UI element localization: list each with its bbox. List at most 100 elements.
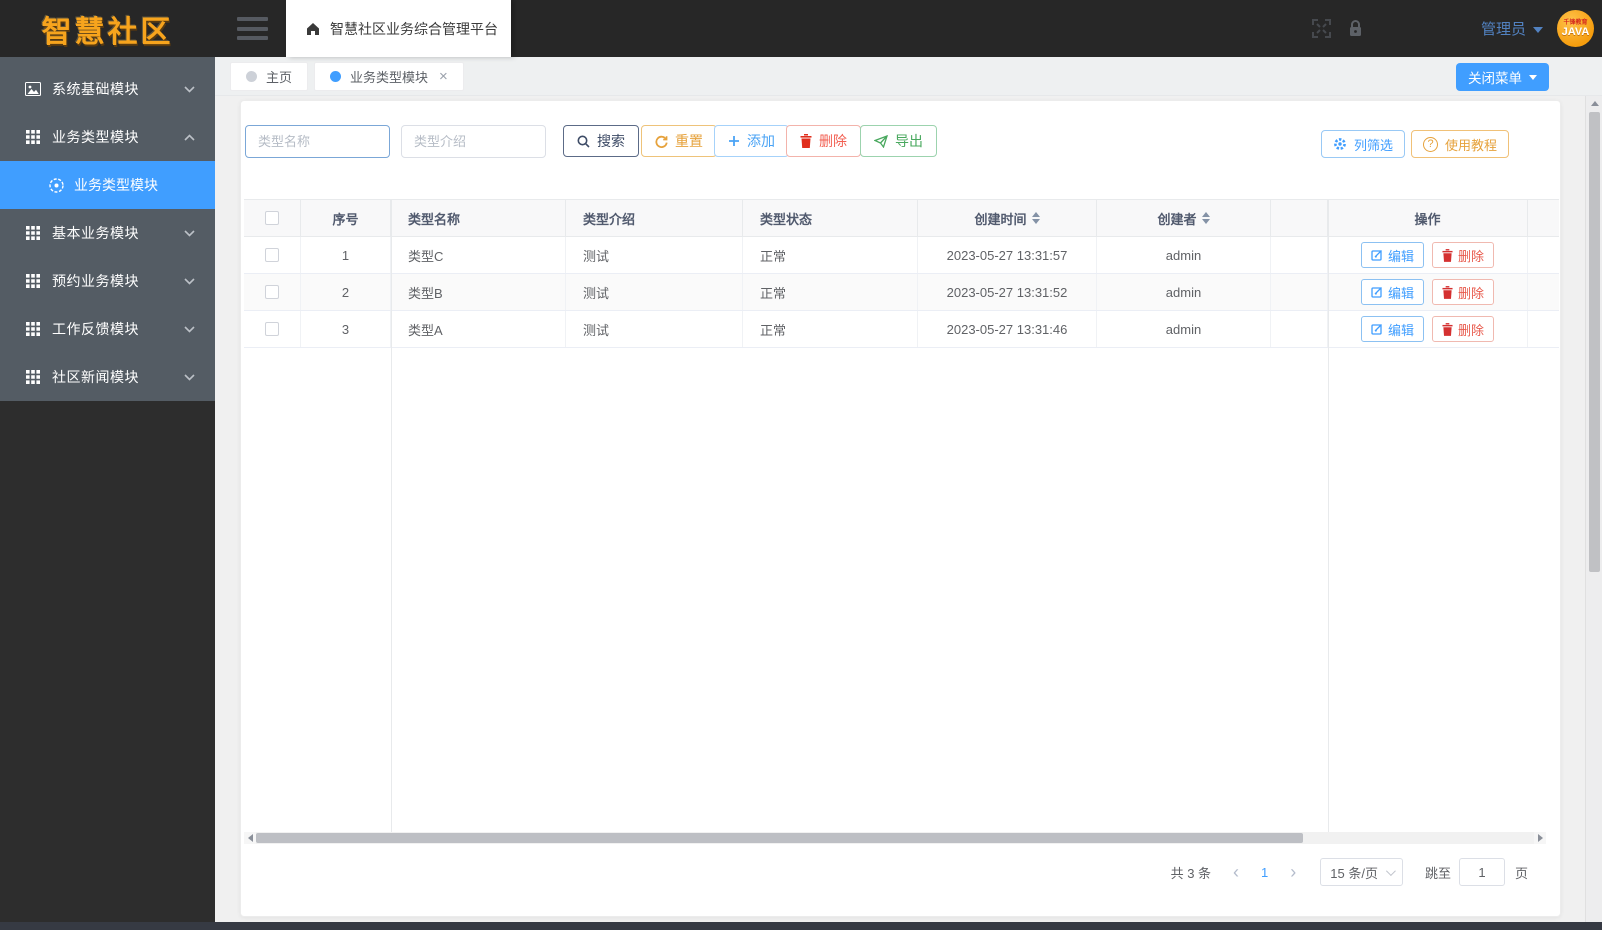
tab-label: 主页 [266,70,293,85]
close-icon[interactable]: × [439,69,448,84]
trash-icon [800,134,812,148]
sidebar: 系统基础模块 业务类型模块 业务类型模块 基本业务模块 预约业务模块 工作反馈模… [0,57,215,922]
delete-button[interactable]: 删除 [786,125,861,157]
prev-page-button[interactable]: ‹ [1227,863,1245,881]
col-header-no: 序号 [301,200,391,236]
lock-screen-icon[interactable] [1339,0,1373,57]
trash-icon [1442,248,1453,262]
row-delete-button[interactable]: 删除 [1432,316,1495,342]
sidebar-item-label: 社区新闻模块 [52,369,139,385]
edit-button[interactable]: 编辑 [1360,316,1424,342]
type-name-input[interactable] [245,125,390,158]
row-delete-label: 删除 [1458,285,1485,301]
cell-created: 2023-05-27 13:31:52 [918,274,1097,310]
next-page-button[interactable]: › [1284,863,1302,881]
page-number[interactable]: 1 [1253,865,1276,880]
col-header-intro: 类型介绍 [566,200,743,236]
chevron-down-icon [1533,26,1543,33]
sort-control[interactable] [1031,212,1040,224]
gear-icon [1333,137,1347,151]
sidebar-item-community-news[interactable]: 社区新闻模块 [0,353,215,401]
row-delete-button[interactable]: 删除 [1432,279,1495,305]
scrollbar-thumb[interactable] [1589,112,1600,572]
search-icon [577,135,590,148]
tutorial-button[interactable]: ? 使用教程 [1411,130,1510,158]
cell-created: 2023-05-27 13:31:57 [918,237,1097,273]
cell-creator: admin [1097,311,1271,347]
cell-created: 2023-05-27 13:31:46 [918,311,1097,347]
export-button[interactable]: 导出 [860,125,937,157]
user-dropdown[interactable]: 管理员 [1481,18,1543,39]
sidebar-item-feedback[interactable]: 工作反馈模块 [0,305,215,353]
cell-status: 正常 [743,274,918,310]
column-filter-button[interactable]: 列筛选 [1321,130,1406,158]
sidebar-item-basic-business[interactable]: 基本业务模块 [0,209,215,257]
fullscreen-icon[interactable] [1305,0,1339,57]
grid-icon [24,321,41,338]
table-row: 2 类型B 测试 正常 2023-05-27 13:31:52 admin 编辑… [244,274,1559,311]
scrollbar-track[interactable] [256,832,1534,844]
sidebar-item-system-base[interactable]: 系统基础模块 [0,65,215,113]
tab-home[interactable]: 主页 [230,62,309,91]
scroll-up-arrow[interactable] [1586,96,1602,110]
edit-icon [1371,286,1383,298]
sidebar-item-reservation[interactable]: 预约业务模块 [0,257,215,305]
row-checkbox[interactable] [265,285,279,299]
col-header-created: 创建时间 [918,200,1097,236]
type-intro-input[interactable] [401,125,546,158]
home-icon [305,21,321,37]
row-checkbox[interactable] [265,322,279,336]
select-all-checkbox[interactable] [265,211,279,225]
sidebar-item-label: 系统基础模块 [52,81,139,97]
sidebar-subitem-business-type-active[interactable]: 业务类型模块 [0,161,215,209]
bottom-strip [0,922,1602,930]
chevron-down-icon [1529,74,1537,80]
scrollbar-thumb[interactable] [256,833,1303,843]
row-delete-button[interactable]: 删除 [1432,242,1495,268]
table-header-row: 序号 类型名称 类型介绍 类型状态 创建时间 创建者 操作 [244,199,1559,237]
table-horizontal-scrollbar [244,832,1546,844]
close-menu-button[interactable]: 关闭菜单 [1456,63,1549,91]
add-label: 添加 [747,133,775,149]
cell-intro: 测试 [566,274,743,310]
sidebar-menu: 系统基础模块 业务类型模块 业务类型模块 基本业务模块 预约业务模块 工作反馈模… [0,57,215,401]
avatar[interactable]: 千锋教育 JAVA [1557,10,1594,47]
reset-button[interactable]: 重置 [641,125,717,157]
jump-to-input[interactable] [1458,858,1505,886]
col-header-filler [1528,200,1559,236]
grid-icon [24,369,41,386]
cell-intro: 测试 [566,237,743,273]
page-size-select[interactable]: 15 条/页 [1320,858,1403,886]
search-button[interactable]: 搜索 [563,125,639,157]
jump-to-label: 跳至 [1424,865,1451,881]
sidebar-item-label: 基本业务模块 [52,225,139,241]
tab-business-type[interactable]: 业务类型模块 × [314,62,464,91]
chevron-down-icon [1385,865,1396,876]
sidebar-subitem-label: 业务类型模块 [74,177,158,193]
cell-name: 类型C [391,237,566,273]
cell-creator: admin [1097,237,1271,273]
chevron-down-icon [184,277,195,285]
col-header-status: 类型状态 [743,200,918,236]
table-row: 1 类型C 测试 正常 2023-05-27 13:31:57 admin 编辑… [244,237,1559,274]
header-actions: 管理员 千锋教育 JAVA [1305,0,1602,57]
grid-icon [24,129,41,146]
search-label: 搜索 [597,133,625,149]
edit-icon [1371,323,1383,335]
edit-button[interactable]: 编辑 [1360,242,1424,268]
content-card: 搜索 重置 添加 删除 导出 [240,100,1561,917]
page-unit-label: 页 [1514,865,1528,881]
app-title-plaque[interactable]: 智慧社区业务综合管理平台 [286,0,511,57]
scroll-left-arrow[interactable] [244,832,256,844]
edit-button[interactable]: 编辑 [1360,279,1424,305]
cell-no: 2 [301,274,391,310]
add-button[interactable]: 添加 [714,125,789,157]
row-checkbox[interactable] [265,248,279,262]
sort-control[interactable] [1201,212,1210,224]
page-vertical-scrollbar[interactable] [1585,96,1602,922]
grid-icon [24,273,41,290]
scroll-right-arrow[interactable] [1534,832,1546,844]
sidebar-item-business-type[interactable]: 业务类型模块 [0,113,215,161]
table-fixed-column-divider [391,199,392,832]
hamburger-menu-icon[interactable] [237,17,268,40]
